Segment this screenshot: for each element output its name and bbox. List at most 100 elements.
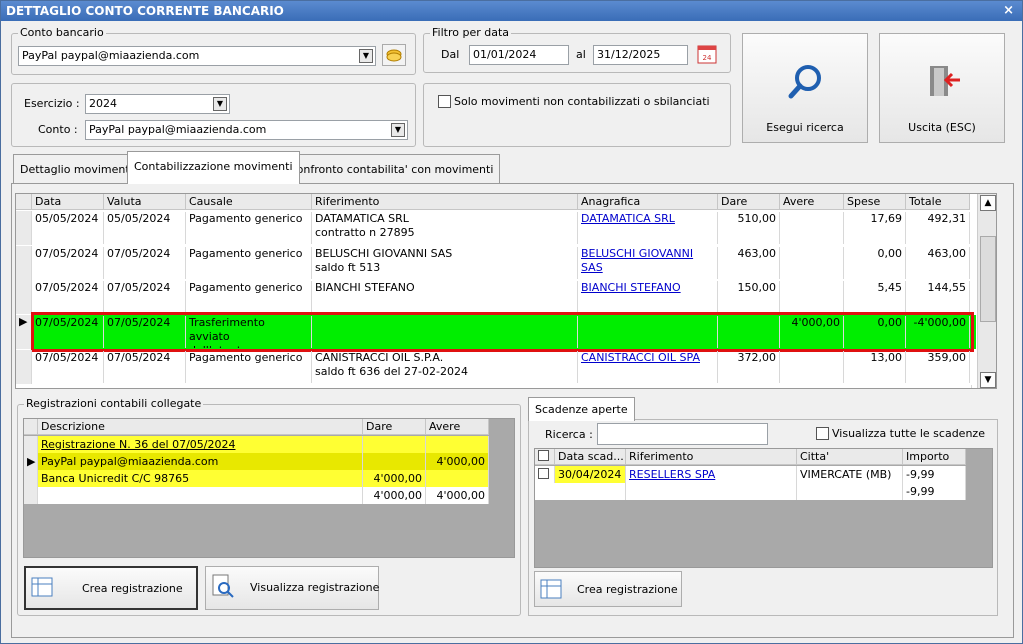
dal-input[interactable]: 01/01/2024	[469, 45, 569, 65]
row-indicator	[16, 246, 32, 280]
tab-dettaglio[interactable]: Dettaglio movimenti	[13, 154, 140, 183]
solo-checkbox[interactable]	[438, 95, 451, 108]
cell-anagrafica[interactable]: DATAMATICA SRL	[578, 212, 718, 244]
sca-header-data[interactable]: Data scad...	[555, 449, 626, 465]
partial-row	[32, 385, 972, 388]
conto-group-label: Conto bancario	[18, 26, 106, 39]
tab-confronto[interactable]: Confronto contabilita' con movimenti	[282, 154, 501, 183]
header-riferimento[interactable]: Riferimento	[312, 194, 578, 210]
chevron-down-icon[interactable]: ▼	[213, 97, 227, 111]
sca-header-importo[interactable]: Importo	[903, 449, 966, 465]
vertical-scrollbar[interactable]: ▲ ▼	[977, 194, 996, 388]
header-avere[interactable]: Avere	[780, 194, 844, 210]
cell-data: 07/05/2024	[32, 351, 104, 383]
cell-data-scadenza: 30/04/2024	[555, 466, 626, 483]
esercizio-conto-select[interactable]: PayPal paypal@miaazienda.com ▼	[85, 120, 408, 140]
dal-label: Dal	[441, 48, 460, 61]
cell-data-scadenza	[555, 483, 626, 500]
cell-avere	[426, 436, 489, 453]
cell-avere	[780, 247, 844, 279]
cell-totale: 463,00	[906, 247, 970, 279]
crea-registrazione-button[interactable]: Crea registrazione	[24, 566, 198, 610]
cell-dare: 4'000,00	[363, 487, 426, 504]
sca-header-citta[interactable]: Citta'	[797, 449, 903, 465]
cell-causale: Pagamento generico	[186, 281, 312, 313]
sca-header-riferimento[interactable]: Riferimento	[626, 449, 797, 465]
esercizio-conto-value: PayPal paypal@miaazienda.com	[89, 123, 267, 136]
tutte-scadenze-checkbox[interactable]	[816, 427, 829, 440]
cell-citta	[797, 483, 903, 500]
cell-spese: 5,45	[844, 281, 906, 313]
sca-header-checkbox-col	[535, 449, 555, 465]
chevron-down-icon[interactable]: ▼	[359, 49, 373, 63]
reg-header-descrizione[interactable]: Descrizione	[38, 419, 363, 435]
cell-riferimento[interactable]: RESELLERS SPA	[626, 466, 797, 483]
header-dare[interactable]: Dare	[718, 194, 780, 210]
scroll-thumb[interactable]	[980, 236, 996, 322]
cell-anagrafica[interactable]: CANISTRACCI OIL SPA	[578, 351, 718, 383]
header-data[interactable]: Data	[32, 194, 104, 210]
scadenze-crea-registrazione-button[interactable]: Crea registrazione	[534, 571, 682, 607]
header-totale[interactable]: Totale	[906, 194, 970, 210]
cell-riferimento: BELUSCHI GIOVANNI SAS saldo ft 513	[312, 247, 578, 279]
row-checkbox[interactable]	[538, 468, 549, 479]
row-indicator: ▶	[16, 315, 32, 349]
tab-scadenze-aperte[interactable]: Scadenze aperte	[528, 397, 635, 421]
cell-dare	[363, 453, 426, 470]
filtro-label: Filtro per data	[430, 26, 512, 39]
cell-causale: Pagamento generico	[186, 351, 312, 383]
cell-causale: Pagamento generico	[186, 212, 312, 244]
reg-header-avere[interactable]: Avere	[426, 419, 489, 435]
conto-select-value: PayPal paypal@miaazienda.com	[22, 49, 200, 62]
esercizio-select[interactable]: 2024 ▼	[85, 94, 230, 114]
exit-door-icon	[930, 66, 960, 96]
search-button-label: Esegui ricerca	[766, 121, 844, 134]
scroll-down-icon[interactable]: ▼	[980, 372, 996, 388]
header-causale[interactable]: Causale	[186, 194, 312, 210]
cell-importo: -9,99	[903, 466, 966, 483]
al-input[interactable]: 31/12/2025	[593, 45, 688, 65]
tutte-scadenze-label: Visualizza tutte le scadenze	[832, 427, 985, 440]
close-icon[interactable]: ×	[1003, 1, 1014, 21]
window-title: DETTAGLIO CONTO CORRENTE BANCARIO	[6, 4, 284, 18]
row-checkbox-cell	[535, 466, 555, 483]
esercizio-group: Esercizio : 2024 ▼ Conto : PayPal paypal…	[11, 83, 416, 147]
coin-icon[interactable]	[382, 44, 406, 66]
row-indicator	[24, 487, 38, 504]
ricerca-input[interactable]	[597, 423, 768, 445]
tab-contabilizzazione[interactable]: Contabilizzazione movimenti	[127, 151, 300, 184]
cell-spese: 0,00	[844, 247, 906, 279]
search-button[interactable]: Esegui ricerca	[742, 33, 868, 143]
header-anagrafica[interactable]: Anagrafica	[578, 194, 718, 210]
exit-button[interactable]: Uscita (ESC)	[879, 33, 1005, 143]
exit-button-label: Uscita (ESC)	[908, 121, 976, 134]
cell-importo: -9,99	[903, 483, 966, 500]
cell-avere: 4'000,00	[426, 453, 489, 470]
cell-descrizione	[38, 487, 363, 504]
conto-select[interactable]: PayPal paypal@miaazienda.com ▼	[18, 46, 376, 66]
esercizio-label: Esercizio :	[24, 97, 80, 110]
chevron-down-icon[interactable]: ▼	[391, 123, 405, 137]
conto-label: Conto :	[38, 123, 78, 136]
cell-valuta: 07/05/2024	[104, 247, 186, 279]
row-indicator: ▶	[24, 453, 38, 470]
scroll-up-icon[interactable]: ▲	[980, 195, 996, 211]
magnifier-icon	[788, 65, 821, 99]
cell-anagrafica[interactable]: BELUSCHI GIOVANNI SAS	[578, 247, 718, 279]
visualizza-registrazione-button[interactable]: Visualizza registrazione	[205, 566, 379, 610]
header-spese[interactable]: Spese	[844, 194, 906, 210]
cell-anagrafica[interactable]: BIANCHI STEFANO	[578, 281, 718, 313]
calendar-icon[interactable]: 24	[696, 43, 720, 65]
cell-valuta: 07/05/2024	[104, 351, 186, 383]
reg-header-dare[interactable]: Dare	[363, 419, 426, 435]
select-all-checkbox[interactable]	[538, 450, 549, 461]
cell-avere	[426, 470, 489, 487]
scadenze-grid: Data scad... Riferimento Citta' Importo …	[534, 448, 993, 568]
registrazioni-label: Registrazioni contabili collegate	[24, 397, 204, 410]
cell-avere	[780, 351, 844, 383]
esercizio-value: 2024	[89, 97, 117, 110]
cell-riferimento[interactable]	[626, 483, 797, 500]
register-icon	[31, 577, 53, 597]
header-valuta[interactable]: Valuta	[104, 194, 186, 210]
row-indicator	[24, 436, 38, 453]
